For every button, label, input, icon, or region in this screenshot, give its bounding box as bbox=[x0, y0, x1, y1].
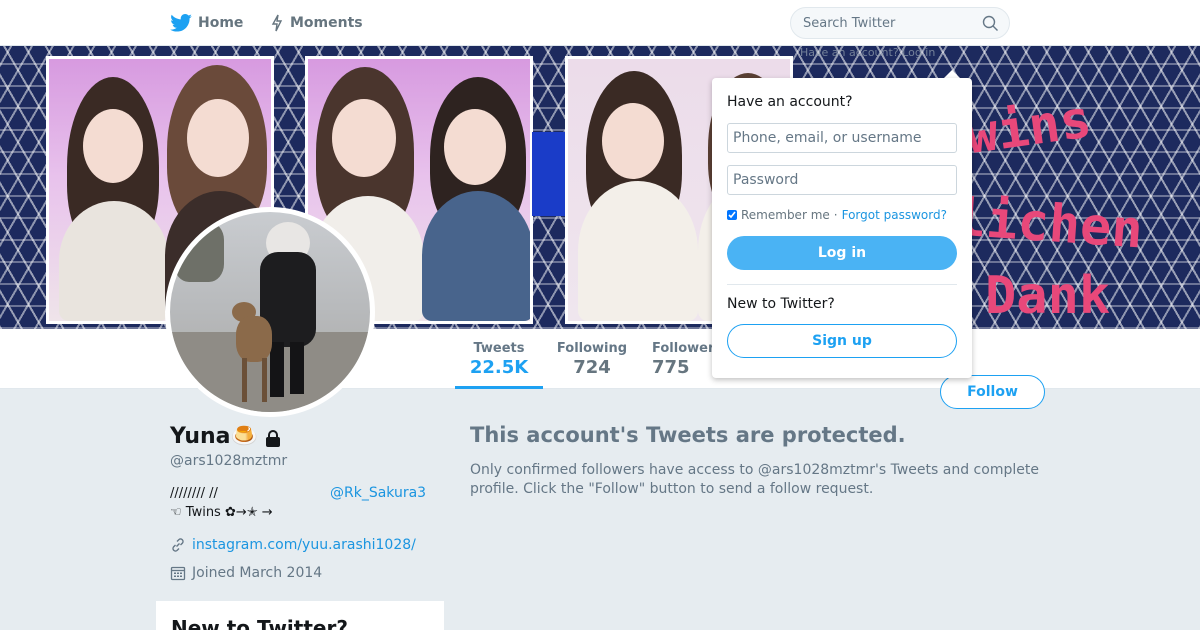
stat-value: 22.5K bbox=[469, 357, 529, 378]
stat-following[interactable]: Following 724 bbox=[553, 329, 631, 389]
new-card-title: New to Twitter? bbox=[171, 616, 348, 630]
profile-handle[interactable]: @ars1028mztmr bbox=[170, 453, 287, 469]
banner-decoration bbox=[532, 132, 566, 216]
remember-label[interactable]: Remember me bbox=[741, 208, 830, 222]
avatar[interactable] bbox=[165, 207, 375, 417]
dropdown-caret bbox=[944, 70, 960, 78]
profile-website[interactable]: instagram.com/yuu.arashi1028/ bbox=[170, 537, 416, 553]
top-nav-bar: Home Moments bbox=[0, 0, 1200, 46]
follow-button[interactable]: Follow bbox=[940, 375, 1045, 409]
new-to-twitter-card: New to Twitter? bbox=[156, 601, 444, 630]
profile-name: Yuna🍮 bbox=[170, 424, 258, 449]
login-dropdown: Have an account? Remember me · Forgot pa… bbox=[712, 78, 972, 378]
lightning-icon bbox=[271, 14, 283, 32]
lock-icon bbox=[266, 430, 280, 447]
profile-bio: //////// // bbox=[170, 486, 218, 501]
remember-checkbox[interactable] bbox=[727, 210, 737, 220]
bio-mention-link[interactable]: @Rk_Sakura3 bbox=[330, 485, 426, 501]
login-toggle[interactable]: Have an account? Log in bbox=[800, 46, 935, 59]
joined-label: Joined March 2014 bbox=[192, 565, 323, 581]
profile-joined: Joined March 2014 bbox=[170, 565, 322, 581]
website-label[interactable]: instagram.com/yuu.arashi1028/ bbox=[192, 537, 416, 553]
nav-home-label: Home bbox=[198, 15, 244, 31]
banner-text: Dank :) bbox=[985, 266, 1111, 329]
banner-text: lichen bbox=[953, 187, 1145, 261]
twitter-bird-icon bbox=[170, 14, 192, 32]
new-to-twitter-label: New to Twitter? bbox=[727, 296, 835, 312]
remember-row: Remember me · Forgot password? bbox=[727, 208, 947, 222]
nav-moments[interactable]: Moments bbox=[270, 0, 363, 46]
username-field[interactable] bbox=[727, 123, 957, 153]
divider bbox=[727, 284, 957, 285]
protected-title: This account's Tweets are protected. bbox=[470, 423, 906, 447]
search-input[interactable] bbox=[791, 8, 961, 38]
nav-home[interactable]: Home bbox=[170, 0, 243, 46]
login-button[interactable]: Log in bbox=[727, 236, 957, 270]
nav-moments-label: Moments bbox=[290, 15, 363, 31]
search-icon[interactable] bbox=[982, 15, 999, 32]
password-field[interactable] bbox=[727, 165, 957, 195]
login-title: Have an account? bbox=[727, 94, 853, 110]
stat-tweets[interactable]: Tweets 22.5K bbox=[455, 329, 543, 389]
stat-label: Tweets bbox=[473, 341, 525, 356]
separator: · bbox=[833, 208, 838, 222]
stat-label: Following bbox=[556, 341, 628, 356]
link-icon bbox=[172, 538, 184, 552]
protected-body: Only confirmed followers have access to … bbox=[470, 462, 1039, 497]
stat-value: 724 bbox=[573, 357, 611, 378]
forgot-password-link[interactable]: Forgot password? bbox=[842, 208, 947, 222]
calendar-icon bbox=[170, 566, 186, 581]
search-box bbox=[790, 7, 1010, 39]
signup-button[interactable]: Sign up bbox=[727, 324, 957, 358]
profile-bio: ☜ Twins ✿→✭ → bbox=[170, 505, 273, 520]
